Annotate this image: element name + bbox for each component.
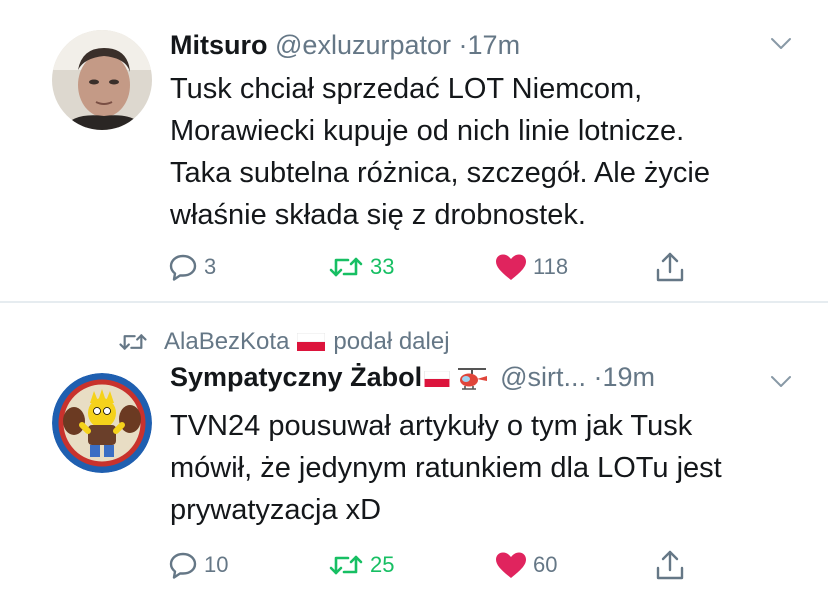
retweet-icon — [329, 257, 363, 277]
share-button[interactable] — [655, 247, 685, 287]
heart-icon — [496, 552, 526, 578]
like-count: 60 — [533, 552, 558, 577]
reply-icon — [169, 254, 197, 281]
retweet-count: 33 — [370, 254, 395, 279]
retweet-label: podał dalej — [333, 328, 450, 355]
retweet-icon — [329, 555, 363, 575]
like-button[interactable]: 118 — [495, 247, 568, 287]
retweet-count: 25 — [370, 552, 395, 577]
avatar[interactable] — [52, 30, 152, 130]
tweet-text: TVN24 pousuwał artykuły o tym jak Tusk m… — [170, 410, 722, 526]
reply-button[interactable]: 10 — [168, 545, 228, 585]
reply-count: 3 — [204, 254, 217, 279]
avatar[interactable] — [52, 373, 152, 473]
retweeter-name[interactable]: AlaBezKota — [164, 328, 289, 356]
heart-icon — [496, 254, 526, 280]
helicopter-icon — [458, 367, 488, 390]
tweet-actions: 10 25 60 — [0, 545, 828, 585]
retweet-button[interactable]: 33 — [328, 247, 394, 287]
author-handle[interactable]: @sirt... — [500, 362, 586, 392]
separator-dot: · — [593, 362, 603, 392]
retweet-button[interactable]: 25 — [328, 545, 394, 585]
reply-icon — [169, 552, 197, 579]
like-count: 118 — [533, 254, 569, 279]
tweet-actions: 3 33 118 — [0, 247, 828, 287]
tweet-header: Sympatyczny Żabol @sirt... ·19m — [170, 364, 655, 393]
retweet-context[interactable]: AlaBezKota podał dalej — [118, 327, 450, 357]
reply-count: 10 — [204, 552, 229, 577]
author-handle[interactable]: @exluzurpator — [275, 30, 451, 60]
poland-flag-icon — [297, 333, 326, 351]
separator-dot: · — [458, 30, 468, 60]
author-name[interactable]: Sympatyczny Żabol — [170, 362, 422, 392]
tweet-text: Tusk chciał sprzedać LOT Niemcom, Morawi… — [170, 73, 710, 231]
retweet-icon — [119, 334, 147, 350]
tweet[interactable]: Mitsuro @exluzurpator ·17m Tusk chciał s… — [0, 0, 828, 303]
chevron-down-icon[interactable] — [770, 375, 792, 389]
share-icon — [656, 550, 684, 580]
timestamp[interactable]: 19m — [603, 362, 656, 392]
reply-button[interactable]: 3 — [168, 247, 216, 287]
like-button[interactable]: 60 — [495, 545, 557, 585]
timestamp[interactable]: 17m — [468, 30, 521, 60]
chevron-down-icon[interactable] — [770, 37, 792, 51]
share-icon — [656, 252, 684, 282]
share-button[interactable] — [655, 545, 685, 585]
tweet[interactable]: AlaBezKota podał dalej Sympatyczny Żabol — [0, 305, 828, 610]
poland-flag-icon — [424, 370, 450, 387]
author-name[interactable]: Mitsuro — [170, 30, 268, 60]
tweet-header: Mitsuro @exluzurpator ·17m — [170, 32, 520, 59]
